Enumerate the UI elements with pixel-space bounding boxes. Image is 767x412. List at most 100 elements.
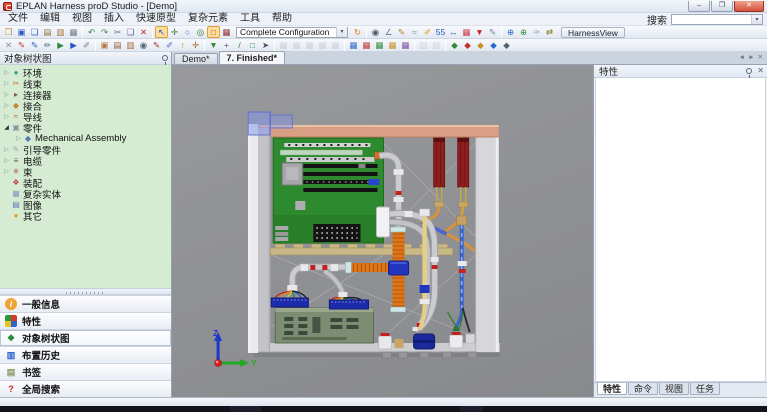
- tab-next-icon[interactable]: ►: [748, 53, 754, 62]
- measure-icon[interactable]: ∠: [382, 26, 395, 38]
- delete-icon[interactable]: ✕: [137, 26, 150, 38]
- menu-rapid-prototype[interactable]: 快速原型: [130, 13, 182, 25]
- frame-select-icon[interactable]: □: [207, 26, 220, 38]
- expand-arrow-icon[interactable]: ▷: [2, 157, 11, 164]
- nailboard-2-icon[interactable]: ▦: [360, 39, 373, 51]
- tab-properties[interactable]: 特性: [597, 383, 627, 395]
- expand-arrow-icon[interactable]: ◢: [2, 124, 11, 131]
- menu-tools[interactable]: 工具: [234, 13, 266, 25]
- pan-icon[interactable]: ✛: [168, 26, 181, 38]
- nav-bookmarks[interactable]: ▤ 书签: [0, 363, 171, 380]
- magnifier-icon[interactable]: ◉: [137, 39, 150, 51]
- cut-icon[interactable]: ✂: [111, 26, 124, 38]
- menu-insert[interactable]: 插入: [98, 13, 130, 25]
- nailboard-5-icon[interactable]: ▦: [399, 39, 412, 51]
- brush-icon[interactable]: ✏: [41, 39, 54, 51]
- expand-arrow-icon[interactable]: ▷: [2, 69, 11, 76]
- close-button[interactable]: ✕: [734, 1, 764, 12]
- refresh-icon[interactable]: ↻: [351, 26, 364, 38]
- table-gray-3-icon[interactable]: ▦: [303, 39, 316, 51]
- nav-general-info[interactable]: i 一般信息: [0, 295, 171, 312]
- chevron-down-icon[interactable]: ▾: [336, 27, 347, 37]
- tree-item-others[interactable]: ● 其它: [0, 210, 171, 221]
- tab-finished[interactable]: 7. Finished*: [219, 51, 286, 64]
- flag-blue-icon[interactable]: ▶: [67, 39, 80, 51]
- print-icon[interactable]: ▦: [67, 26, 80, 38]
- pen-tilt-icon[interactable]: ✐: [163, 39, 176, 51]
- spline-icon[interactable]: ≈: [408, 26, 421, 38]
- align-icon[interactable]: ✑: [530, 26, 543, 38]
- bundle-edit-icon[interactable]: ▤: [111, 39, 124, 51]
- dimension-icon[interactable]: 55: [434, 26, 447, 38]
- table-gray-5-icon[interactable]: ▦: [329, 39, 342, 51]
- expand-arrow-icon[interactable]: ▷: [2, 91, 11, 98]
- nav-placement-history[interactable]: ▥ 布置历史: [0, 346, 171, 363]
- minimize-button[interactable]: –: [688, 1, 710, 12]
- save-all-icon[interactable]: ❏: [28, 26, 41, 38]
- tree-item-parts[interactable]: ◢ ▣ 零件: [0, 122, 171, 133]
- nav-object-tree[interactable]: ❖ 对象树状图: [0, 329, 171, 346]
- harness-view-button[interactable]: HarnessView: [561, 27, 625, 38]
- table-gray-1-icon[interactable]: ▦: [277, 39, 290, 51]
- tool-icon[interactable]: ✛: [189, 39, 202, 51]
- chevron-down-icon[interactable]: ▾: [751, 15, 762, 24]
- expand-arrow-icon[interactable]: ▷: [2, 168, 11, 175]
- panel-splitter[interactable]: [0, 288, 171, 295]
- close-panel-icon[interactable]: ✕: [757, 66, 764, 76]
- bundle-icon[interactable]: ▣: [98, 39, 111, 51]
- tab-commands[interactable]: 命令: [628, 383, 658, 395]
- nailboard-3-icon[interactable]: ▦: [373, 39, 386, 51]
- pushpin-icon[interactable]: ▼: [473, 26, 486, 38]
- menu-complex-elements[interactable]: 复杂元素: [182, 13, 234, 25]
- nav-properties[interactable]: 特性: [0, 312, 171, 329]
- nailboard-4-icon[interactable]: ▦: [386, 39, 399, 51]
- raise-icon[interactable]: ↑: [176, 39, 189, 51]
- zoom-icon[interactable]: ◎: [194, 26, 207, 38]
- tab-tasks[interactable]: 任务: [690, 383, 720, 395]
- configuration-dropdown[interactable]: Complete Configuration ▾: [236, 27, 348, 38]
- export-4-icon[interactable]: ◆: [487, 39, 500, 51]
- copy-icon[interactable]: ❑: [124, 26, 137, 38]
- tab-demo[interactable]: Demo*: [174, 53, 218, 64]
- nailboard-1-icon[interactable]: ▦: [347, 39, 360, 51]
- restore-button[interactable]: ❐: [711, 1, 733, 12]
- expand-arrow-icon[interactable]: ▷: [2, 102, 11, 109]
- tab-views[interactable]: 视图: [659, 383, 689, 395]
- link-icon[interactable]: ⇄: [543, 26, 556, 38]
- export-1-icon[interactable]: ◆: [448, 39, 461, 51]
- spacing-icon[interactable]: ↔: [447, 26, 460, 38]
- redo-icon[interactable]: ↷: [98, 26, 111, 38]
- edit-icon[interactable]: ✎: [486, 26, 499, 38]
- table-gray-2-icon[interactable]: ▦: [290, 39, 303, 51]
- report-icon[interactable]: ▦: [460, 26, 473, 38]
- undo-icon[interactable]: ↶: [85, 26, 98, 38]
- unroute-icon[interactable]: ✕: [2, 39, 15, 51]
- select-icon[interactable]: ↖: [155, 26, 168, 38]
- add-point-icon[interactable]: +: [220, 39, 233, 51]
- nav-global-search[interactable]: ? 全局搜索: [0, 380, 171, 397]
- pin-icon[interactable]: [162, 55, 168, 61]
- import-icon[interactable]: ▤: [41, 26, 54, 38]
- menu-file[interactable]: 文件: [2, 13, 34, 25]
- slope-icon[interactable]: ✐: [80, 39, 93, 51]
- route-red-icon[interactable]: ✎: [15, 39, 28, 51]
- place-part-icon[interactable]: ⊕: [504, 26, 517, 38]
- probe-icon[interactable]: ➤: [259, 39, 272, 51]
- view-style-icon[interactable]: ▦: [220, 26, 233, 38]
- place-assembly-icon[interactable]: ⊕: [517, 26, 530, 38]
- post-icon[interactable]: ▼: [207, 39, 220, 51]
- line-icon[interactable]: /: [233, 39, 246, 51]
- tab-prev-icon[interactable]: ◄: [739, 53, 745, 62]
- expand-arrow-icon[interactable]: ▷: [2, 80, 11, 87]
- menu-edit[interactable]: 编辑: [34, 13, 66, 25]
- flag-green-icon[interactable]: ▶: [54, 39, 67, 51]
- menu-view[interactable]: 视图: [66, 13, 98, 25]
- tab-close-icon[interactable]: ✕: [758, 53, 763, 62]
- export-2-icon[interactable]: ◆: [461, 39, 474, 51]
- sketch-icon[interactable]: ✎: [395, 26, 408, 38]
- expand-arrow-icon[interactable]: ▷: [14, 135, 23, 142]
- rect-icon[interactable]: □: [246, 39, 259, 51]
- doc-gray-1-icon[interactable]: ▥: [417, 39, 430, 51]
- pin-icon[interactable]: [746, 68, 752, 74]
- orbit-icon[interactable]: ○: [181, 26, 194, 38]
